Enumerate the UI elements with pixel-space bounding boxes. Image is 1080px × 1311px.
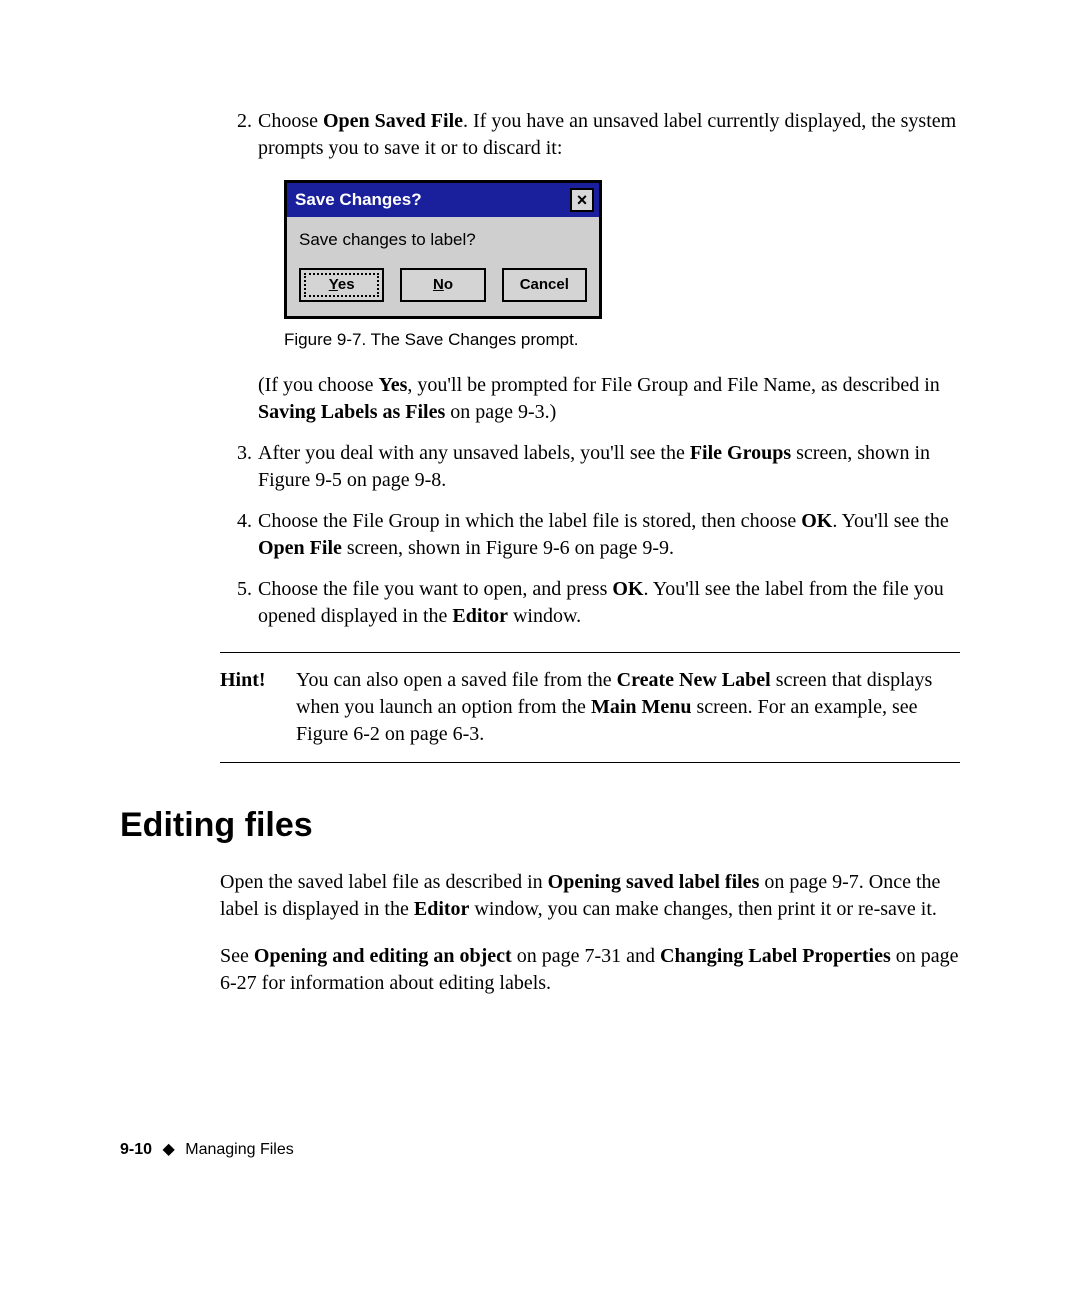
mnemonic: Y — [329, 276, 338, 293]
mnemonic: N — [433, 276, 444, 293]
no-button[interactable]: No — [400, 268, 485, 302]
bold: File Groups — [690, 442, 791, 464]
editing-body: Open the saved label file as described i… — [220, 869, 960, 997]
text: on page 7-31 and — [512, 945, 660, 967]
bold: OK — [801, 510, 832, 532]
bold: Editor — [414, 898, 470, 920]
text: screen, shown in Figure 9-6 on page 9-9. — [342, 537, 674, 559]
step-text: Choose Open Saved File. If you have an u… — [258, 108, 960, 162]
bold: Saving Labels as Files — [258, 401, 445, 423]
step-2: 2. Choose Open Saved File. If you have a… — [220, 108, 960, 162]
text: on page 9-3.) — [445, 401, 556, 423]
step-number: 3. — [220, 440, 258, 494]
text: , you'll be prompted for File Group and … — [407, 374, 939, 396]
section-heading-editing-files: Editing files — [120, 803, 960, 849]
step-text: After you deal with any unsaved labels, … — [258, 440, 960, 494]
figure-save-changes: Save Changes? × Save changes to label? Y… — [284, 180, 960, 319]
bold: Yes — [379, 374, 408, 396]
bold: Opening and editing an object — [254, 945, 512, 967]
step-text: (If you choose Yes, you'll be prompted f… — [258, 372, 960, 426]
hint-text: You can also open a saved file from the … — [296, 667, 960, 748]
step-text: Choose the file you want to open, and pr… — [258, 576, 960, 630]
bold: Opening saved label files — [548, 871, 760, 893]
text: window, you can make changes, then print… — [469, 898, 936, 920]
dialog-button-row: Yes No Cancel — [299, 268, 587, 308]
text: . You'll see the — [832, 510, 948, 532]
text: es — [338, 276, 355, 293]
text: o — [444, 276, 453, 293]
text: (If you choose — [258, 374, 379, 396]
text: Choose — [258, 110, 323, 132]
step-text: Choose the File Group in which the label… — [258, 508, 960, 562]
bold: Create New Label — [617, 669, 771, 691]
page: 2. Choose Open Saved File. If you have a… — [0, 0, 1080, 1311]
text: You can also open a saved file from the — [296, 669, 617, 691]
bold: Main Menu — [591, 696, 692, 718]
bold: Editor — [452, 605, 508, 627]
page-number: 9-10 — [120, 1141, 152, 1158]
text: Open the saved label file as described i… — [220, 871, 548, 893]
yes-button[interactable]: Yes — [299, 268, 384, 302]
text: See — [220, 945, 254, 967]
step-number: 2. — [220, 108, 258, 162]
step-4: 4. Choose the File Group in which the la… — [220, 508, 960, 562]
step-5: 5. Choose the file you want to open, and… — [220, 576, 960, 630]
diamond-icon: ◆ — [162, 1141, 174, 1158]
hint-label: Hint! — [220, 667, 296, 748]
bold: OK — [612, 578, 643, 600]
text: Choose the File Group in which the label… — [258, 510, 801, 532]
dialog-title-text: Save Changes? — [295, 189, 422, 212]
dialog-save-changes: Save Changes? × Save changes to label? Y… — [284, 180, 602, 319]
dialog-titlebar: Save Changes? × — [287, 183, 599, 217]
page-footer: 9-10 ◆ Managing Files — [120, 1139, 294, 1161]
close-icon[interactable]: × — [570, 188, 594, 212]
text: After you deal with any unsaved labels, … — [258, 442, 690, 464]
step-3: 3. After you deal with any unsaved label… — [220, 440, 960, 494]
body-content: 2. Choose Open Saved File. If you have a… — [220, 108, 960, 763]
cancel-button[interactable]: Cancel — [502, 268, 587, 302]
paragraph: Open the saved label file as described i… — [220, 869, 960, 923]
step-number: 5. — [220, 576, 258, 630]
text: window. — [508, 605, 581, 627]
chapter-title: Managing Files — [185, 1141, 294, 1158]
dialog-message: Save changes to label? — [299, 229, 587, 252]
bold: Open Saved File — [323, 110, 463, 132]
bold: Open File — [258, 537, 342, 559]
hint-block: Hint! You can also open a saved file fro… — [220, 652, 960, 763]
step-2-note: (If you choose Yes, you'll be prompted f… — [220, 372, 960, 426]
paragraph: See Opening and editing an object on pag… — [220, 943, 960, 997]
text: Choose the file you want to open, and pr… — [258, 578, 612, 600]
dialog-body: Save changes to label? Yes No Cancel — [287, 217, 599, 316]
step-number: 4. — [220, 508, 258, 562]
figure-caption: Figure 9-7. The Save Changes prompt. — [284, 329, 960, 352]
bold: Changing Label Properties — [660, 945, 891, 967]
